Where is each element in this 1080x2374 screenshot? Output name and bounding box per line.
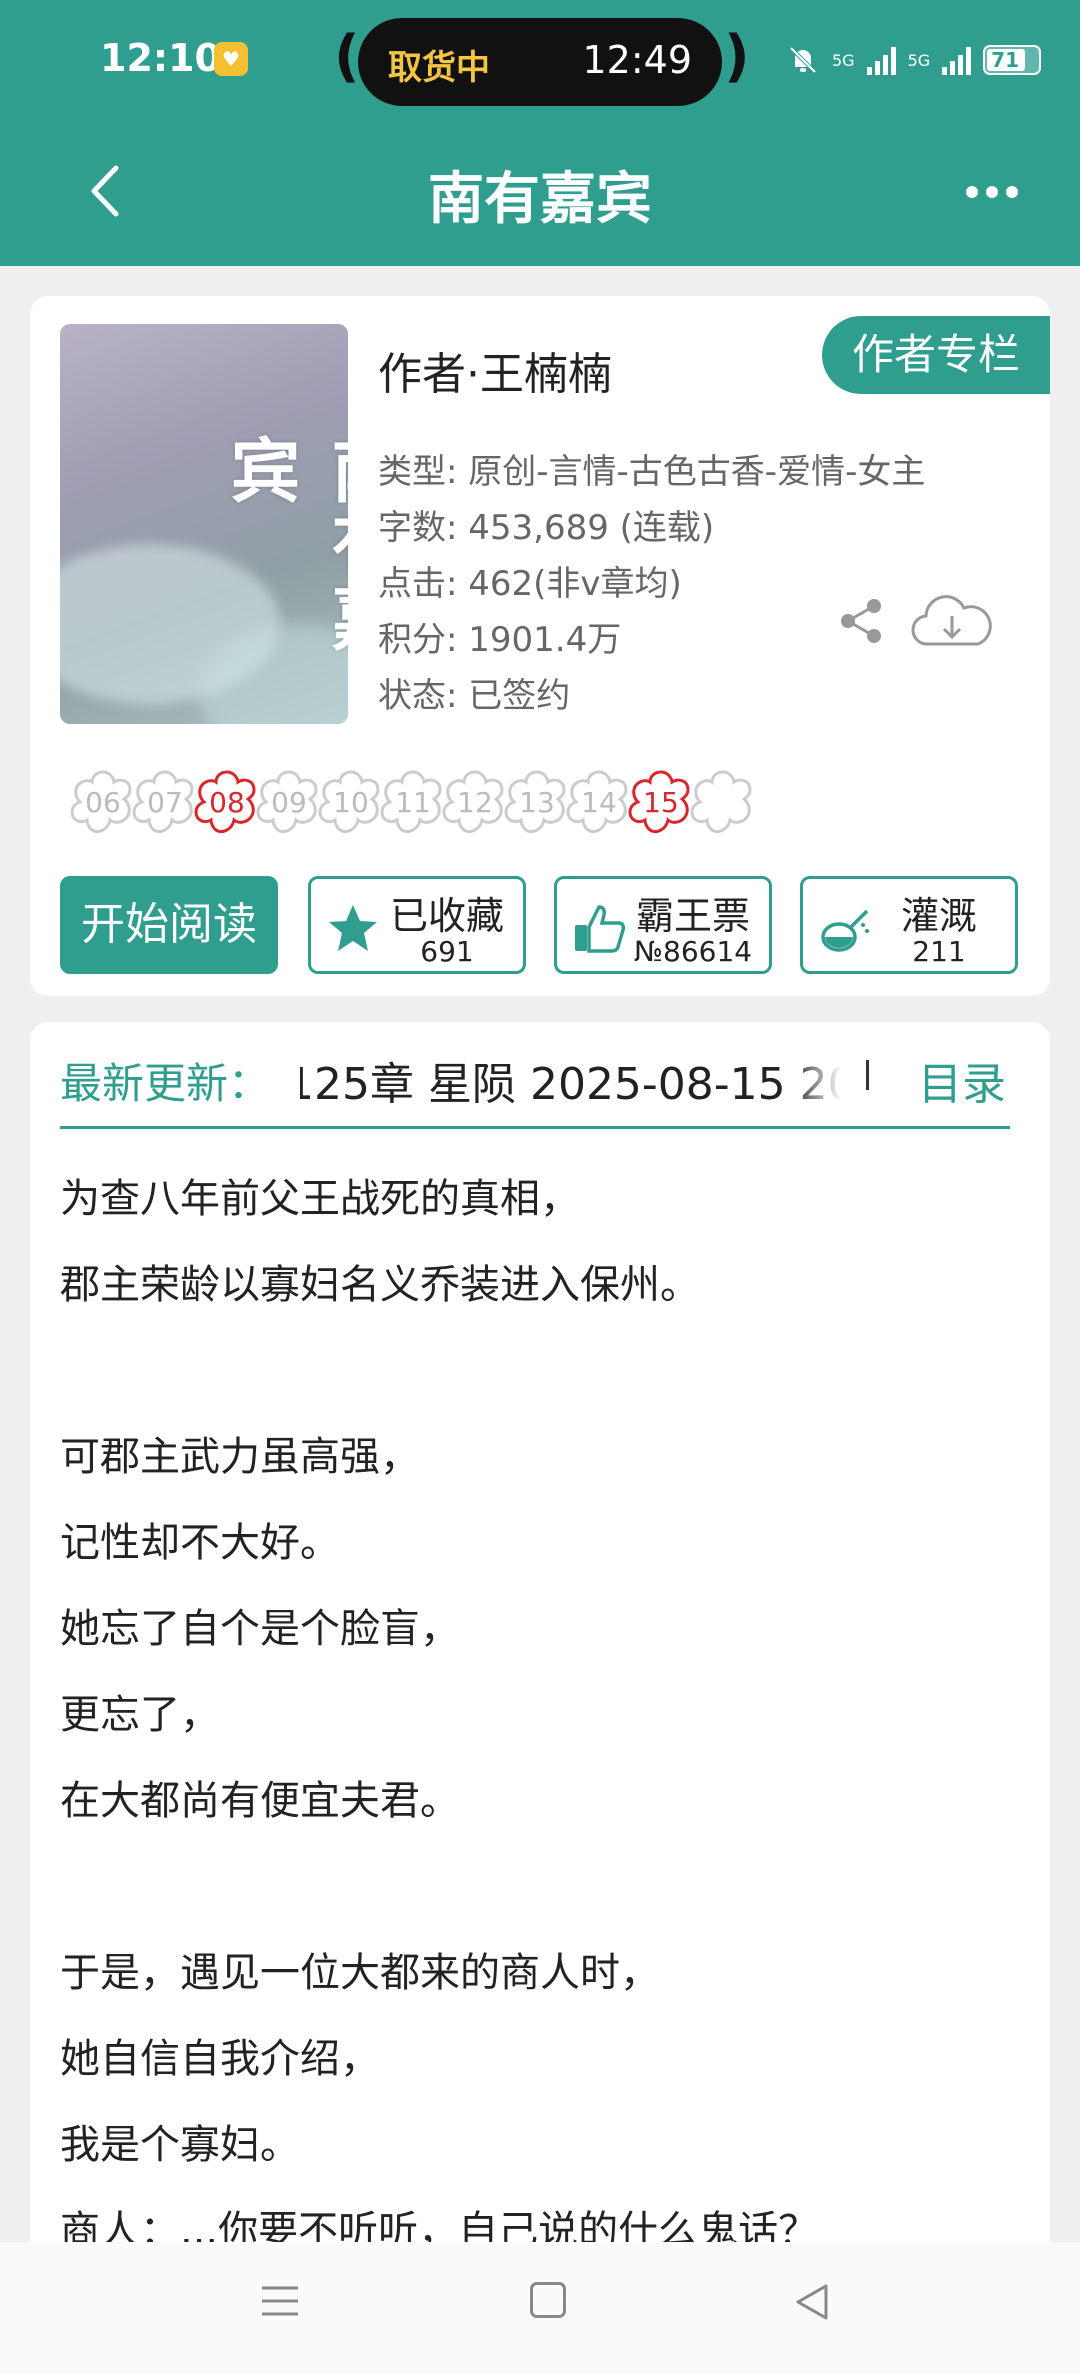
ticket-label: 霸王票 xyxy=(635,894,750,938)
island-timer: 12:49 xyxy=(582,38,692,82)
menu-icon[interactable] xyxy=(260,2284,300,2318)
island-delivery-status: 取货中 xyxy=(388,48,490,88)
back-triangle-icon[interactable] xyxy=(792,2282,832,2322)
ticket-button[interactable]: 霸王票 №86614 xyxy=(554,876,772,974)
meta-word-count: 字数: 453,689 (连载) xyxy=(378,508,715,548)
latest-chapter-text: 125章 星陨 2025-08-15 20: xyxy=(300,1059,840,1108)
chapter-flower-partial[interactable] xyxy=(684,764,762,842)
share-icon[interactable] xyxy=(836,596,886,646)
latest-underline xyxy=(60,1126,1010,1129)
summary-card: 最新更新： 125章 星陨 2025-08-15 20: 目录 为查八年前父王战… xyxy=(30,1022,1050,2374)
mute-bell-icon xyxy=(789,46,817,74)
chapter-strip[interactable]: 06 07 08 09 10 11 12 13 14 15 xyxy=(64,764,1018,854)
marquee-fade xyxy=(790,1048,842,1108)
intro-line: 在大都尚有便宜夫君。 xyxy=(60,1778,460,1824)
cover-title: 南有嘉宾 xyxy=(219,434,348,656)
book-cover-image[interactable]: 南有嘉宾 xyxy=(60,324,348,724)
collect-label: 已收藏 xyxy=(389,894,504,938)
ticket-count: №86614 xyxy=(633,935,753,968)
meta-genre: 类型: 原创-言情-古色古香-爱情-女主 xyxy=(378,452,926,492)
vip-badge-icon: ♥ xyxy=(214,42,248,76)
status-icons: 5G 5G 71 xyxy=(786,40,1042,80)
island-bracket-right: ) xyxy=(724,24,750,89)
signal-icon-2 xyxy=(942,45,972,75)
water-button[interactable]: 灌溉 211 xyxy=(800,876,1018,974)
more-options-icon[interactable] xyxy=(966,180,1026,204)
start-reading-button[interactable]: 开始阅读 xyxy=(60,876,278,974)
author-column-button[interactable]: 作者专栏 xyxy=(822,316,1050,394)
thumbs-up-icon xyxy=(575,905,626,953)
latest-chapter-link[interactable]: 125章 星陨 2025-08-15 20: xyxy=(300,1048,840,1108)
latest-update-label: 最新更新： xyxy=(60,1059,271,1108)
meta-status: 状态: 已签约 xyxy=(378,676,571,716)
book-info-card: 南有嘉宾 作者·王楠楠 作者专栏 类型: 原创-言情-古色古香-爱情-女主 字数… xyxy=(30,296,1050,996)
intro-line: 更忘了， xyxy=(60,1692,220,1738)
intro-line: 我是个寡妇。 xyxy=(60,2122,300,2168)
signal-icon xyxy=(866,45,896,75)
intro-line: 记性却不大好。 xyxy=(60,1520,340,1566)
island-bracket-left: ( xyxy=(334,24,360,89)
collect-count: 691 xyxy=(420,935,474,968)
watering-can-icon xyxy=(821,909,869,952)
divider-bar xyxy=(866,1060,869,1090)
top-bar: 12:10 ♥ ( 取货中 12:49 ) 5G 5G 71 南有嘉宾 xyxy=(0,0,1080,266)
network-type-1: 5G xyxy=(832,50,855,70)
water-count: 211 xyxy=(912,935,966,968)
download-cloud-icon[interactable] xyxy=(910,592,994,652)
intro-line: 为查八年前父王战死的真相， xyxy=(60,1176,580,1222)
battery-level: 71 xyxy=(991,48,1019,72)
network-type-2: 5G xyxy=(907,50,931,70)
dynamic-island[interactable]: 取货中 12:49 xyxy=(358,18,722,106)
status-time: 12:10 xyxy=(100,36,221,80)
page-title: 南有嘉宾 xyxy=(428,167,652,232)
intro-line: 郡主荣龄以寡妇名义乔装进入保州。 xyxy=(60,1262,700,1308)
author-name[interactable]: 作者·王楠楠 xyxy=(378,338,612,402)
battery-icon: 71 xyxy=(983,45,1042,75)
collect-button[interactable]: 已收藏 691 xyxy=(308,876,526,974)
intro-line: 于是，遇见一位大都来的商人时， xyxy=(60,1950,660,1996)
table-of-contents-link[interactable]: 目录 xyxy=(918,1048,1006,1112)
intro-line: 她自信自我介绍， xyxy=(60,2036,380,2082)
home-square-icon[interactable] xyxy=(530,2282,566,2318)
meta-points: 积分: 1901.4万 xyxy=(378,620,622,660)
intro-line: 她忘了自个是个脸盲， xyxy=(60,1606,460,1652)
system-navigation-bar xyxy=(0,2242,1080,2374)
meta-clicks: 点击: 462(非v章均) xyxy=(378,564,682,604)
star-icon xyxy=(329,905,377,951)
water-label: 灌溉 xyxy=(900,894,977,938)
intro-line: 可郡主武力虽高强， xyxy=(60,1434,420,1480)
